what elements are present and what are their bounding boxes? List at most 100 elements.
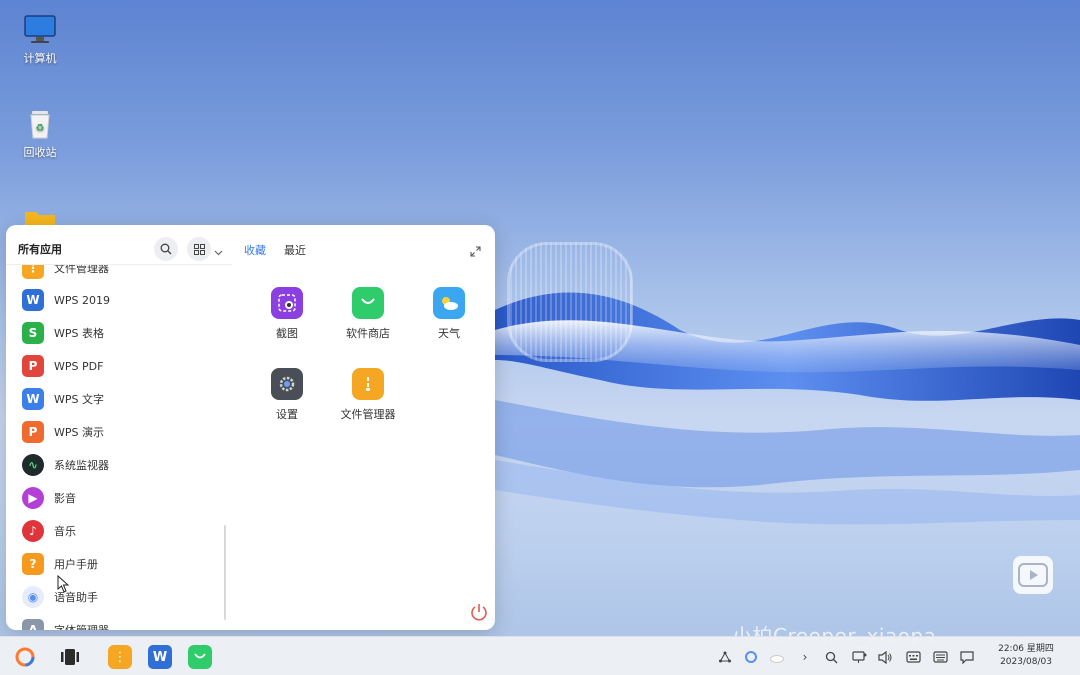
music-icon: ♪ bbox=[22, 520, 44, 542]
desktop-icon-computer[interactable]: 计算机 bbox=[5, 14, 75, 66]
grid-icon bbox=[193, 243, 205, 255]
favorite-app-screenshot[interactable]: 截图 bbox=[247, 287, 327, 341]
favorite-app-label: 天气 bbox=[438, 327, 460, 340]
all-apps-title: 所有应用 bbox=[18, 243, 62, 256]
clock[interactable]: 22:06 星期四 2023/08/03 bbox=[996, 643, 1056, 669]
favorite-app-file-manager[interactable]: 文件管理器 bbox=[328, 368, 408, 422]
taskbar-software-store[interactable] bbox=[187, 644, 213, 670]
all-apps-panel: 所有应用 ⋮ 文件管理器 W WPS 2019 S WPS 表格 P WPS P… bbox=[6, 225, 232, 630]
notification-icon[interactable] bbox=[958, 648, 976, 666]
app-label: WPS 演示 bbox=[54, 426, 104, 439]
favorite-app-weather[interactable]: 天气 bbox=[409, 287, 489, 341]
start-logo-icon bbox=[15, 647, 35, 667]
clock-time: 22:06 星期四 bbox=[998, 644, 1054, 654]
app-item-video[interactable]: ▶ 影音 bbox=[22, 485, 222, 511]
search-icon[interactable] bbox=[822, 648, 840, 666]
software-store-icon bbox=[352, 287, 384, 319]
trash-icon: ♻ bbox=[22, 108, 58, 140]
app-item-font-manager[interactable]: A 字体管理器 bbox=[22, 617, 222, 630]
font-manager-icon: A bbox=[22, 619, 44, 630]
file-manager-icon bbox=[352, 368, 384, 400]
favorites-panel: 收藏 最近 截图 软件商店 天气 设置 文件管理器 bbox=[232, 225, 495, 630]
volume-icon[interactable] bbox=[876, 648, 894, 666]
app-item-wps-2019[interactable]: W WPS 2019 bbox=[22, 287, 222, 313]
file-manager-icon: ⋮ bbox=[22, 265, 44, 279]
multitask-icon bbox=[61, 649, 79, 665]
mouse-cursor bbox=[57, 575, 69, 593]
file-manager-icon: ⋮ bbox=[108, 645, 132, 669]
favorite-app-settings[interactable]: 设置 bbox=[247, 368, 327, 422]
weather-icon bbox=[433, 287, 465, 319]
screenshot-icon bbox=[271, 287, 303, 319]
computer-icon bbox=[22, 14, 58, 46]
app-list-scrollbar[interactable] bbox=[224, 525, 226, 620]
video-icon: ▶ bbox=[22, 487, 44, 509]
app-item-file-manager[interactable]: ⋮ 文件管理器 bbox=[22, 265, 222, 281]
app-label: WPS 2019 bbox=[54, 293, 110, 307]
app-item-system-monitor[interactable]: ∿ 系统监视器 bbox=[22, 452, 222, 478]
wallpaper-logo bbox=[507, 242, 633, 362]
power-icon bbox=[471, 604, 487, 621]
app-label: 影音 bbox=[54, 492, 76, 505]
app-label: 文件管理器 bbox=[54, 265, 109, 275]
app-label: 系统监视器 bbox=[54, 459, 109, 472]
favorite-app-label: 软件商店 bbox=[346, 327, 390, 340]
app-label: 字体管理器 bbox=[54, 622, 109, 630]
app-item-wps-pdf[interactable]: P WPS PDF bbox=[22, 353, 222, 379]
view-mode-button[interactable] bbox=[187, 237, 211, 261]
desktop-icon-label: 计算机 bbox=[23, 52, 57, 65]
voice-assistant-icon[interactable] bbox=[742, 648, 760, 666]
network-share-icon[interactable] bbox=[716, 648, 734, 666]
favorite-app-label: 文件管理器 bbox=[340, 408, 396, 421]
app-label: 音乐 bbox=[54, 525, 76, 538]
app-item-voice-assistant[interactable]: ◉ 语音助手 bbox=[22, 584, 222, 610]
app-label: WPS 表格 bbox=[54, 327, 104, 340]
app-item-music[interactable]: ♪ 音乐 bbox=[22, 518, 222, 544]
tab-recent[interactable]: 最近 bbox=[284, 242, 306, 258]
keyboard-icon[interactable] bbox=[931, 648, 949, 666]
start-menu: 所有应用 ⋮ 文件管理器 W WPS 2019 S WPS 表格 P WPS P… bbox=[6, 225, 495, 630]
wps-pdf-icon: P bbox=[22, 355, 44, 377]
search-icon bbox=[160, 243, 172, 255]
settings-icon bbox=[271, 368, 303, 400]
app-item-wps-writer[interactable]: W WPS 文字 bbox=[22, 386, 222, 412]
taskbar: ⋮ W › 22:06 星期四 2023/08/03 bbox=[0, 636, 1080, 675]
desktop-icon-trash[interactable]: ♻ 回收站 bbox=[5, 108, 75, 160]
tv-icon bbox=[1013, 556, 1053, 594]
wps-icon: W bbox=[22, 289, 44, 311]
display-icon[interactable] bbox=[850, 648, 868, 666]
favorite-app-label: 设置 bbox=[276, 408, 298, 421]
system-monitor-icon: ∿ bbox=[22, 454, 44, 476]
app-label: 用户手册 bbox=[54, 558, 98, 571]
voice-assistant-icon: ◉ bbox=[22, 586, 44, 608]
wps-icon: W bbox=[148, 645, 172, 669]
taskbar-multitask-view[interactable] bbox=[57, 644, 83, 670]
user-manual-icon: ? bbox=[22, 553, 44, 575]
clock-date: 2023/08/03 bbox=[1000, 657, 1052, 667]
search-button[interactable] bbox=[154, 237, 178, 261]
chevron-down-icon[interactable] bbox=[214, 242, 223, 261]
software-store-icon bbox=[188, 645, 212, 669]
taskbar-wps[interactable]: W bbox=[147, 644, 173, 670]
taskbar-file-manager[interactable]: ⋮ bbox=[107, 644, 133, 670]
app-label: WPS PDF bbox=[54, 359, 104, 373]
wps-sheet-icon: S bbox=[22, 322, 44, 344]
favorite-app-software-store[interactable]: 软件商店 bbox=[328, 287, 408, 341]
chevron-right-icon[interactable]: › bbox=[796, 648, 814, 666]
app-list: ⋮ 文件管理器 W WPS 2019 S WPS 表格 P WPS PDF W … bbox=[6, 265, 232, 630]
cloud-icon[interactable] bbox=[768, 648, 786, 666]
app-label: WPS 文字 bbox=[54, 393, 104, 406]
wps-writer-icon: W bbox=[22, 388, 44, 410]
power-button[interactable] bbox=[469, 602, 489, 626]
input-method-icon[interactable] bbox=[904, 648, 922, 666]
tab-favorites[interactable]: 收藏 bbox=[244, 242, 266, 258]
app-item-user-manual[interactable]: ? 用户手册 bbox=[22, 551, 222, 577]
favorite-app-label: 截图 bbox=[276, 327, 298, 340]
start-button[interactable] bbox=[12, 644, 38, 670]
desktop-icon-label: 回收站 bbox=[23, 146, 57, 159]
app-item-wps-sheet[interactable]: S WPS 表格 bbox=[22, 320, 222, 346]
wps-slides-icon: P bbox=[22, 421, 44, 443]
app-item-wps-slides[interactable]: P WPS 演示 bbox=[22, 419, 222, 445]
expand-icon[interactable] bbox=[470, 242, 481, 261]
svg-text:♻: ♻ bbox=[36, 123, 45, 134]
